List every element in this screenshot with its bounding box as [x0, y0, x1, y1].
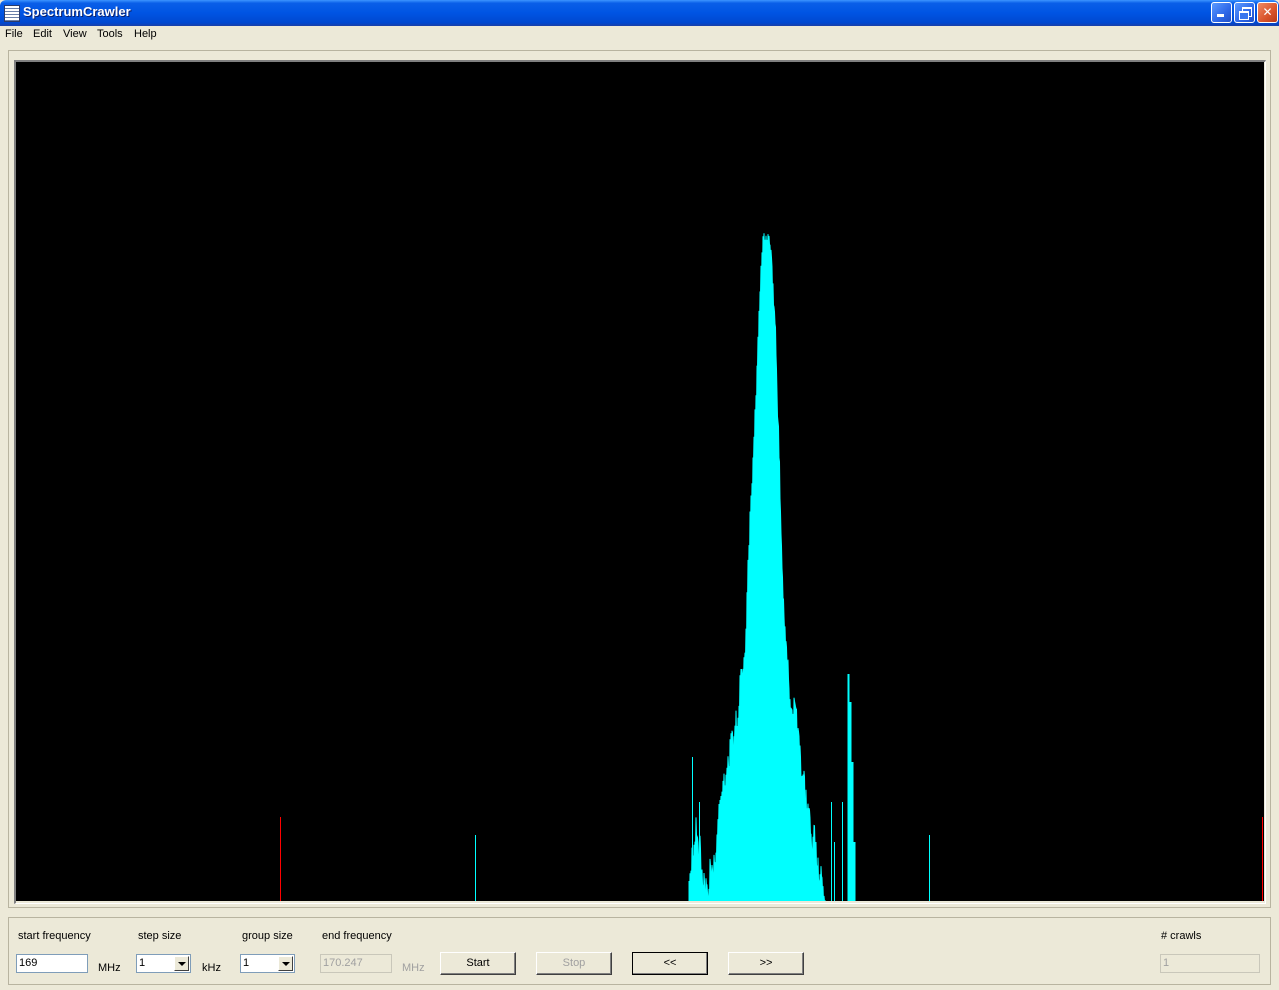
stop-button: Stop	[536, 952, 612, 975]
app-window-icon[interactable]	[4, 5, 20, 22]
menu-tools[interactable]: Tools	[97, 28, 123, 40]
spectrum-display[interactable]	[16, 62, 1264, 901]
step-size-select[interactable]: 1	[136, 954, 191, 973]
restore-button[interactable]	[1234, 2, 1255, 23]
crawls-label: # crawls	[1161, 930, 1202, 942]
chevron-down-icon[interactable]	[278, 956, 293, 971]
step-size-value: 1	[139, 957, 146, 969]
title-bar: SpectrumCrawler ✕	[0, 0, 1279, 26]
start-frequency-input[interactable]: 169	[16, 954, 88, 973]
previous-button[interactable]: <<	[632, 952, 708, 975]
crawls-count-field: 1	[1160, 954, 1260, 973]
chevron-down-icon[interactable]	[174, 956, 189, 971]
close-button[interactable]: ✕	[1257, 2, 1278, 23]
menu-edit[interactable]: Edit	[33, 28, 52, 40]
menu-view[interactable]: View	[63, 28, 87, 40]
group-size-label: group size	[242, 930, 293, 942]
end-frequency-label: end frequency	[322, 930, 392, 942]
spectrum-background	[16, 62, 1264, 901]
group-size-value: 1	[243, 957, 250, 969]
start-frequency-label: start frequency	[18, 930, 91, 942]
menu-bar: File Edit View Tools Help	[0, 26, 1279, 45]
step-size-label: step size	[138, 930, 182, 942]
group-size-select[interactable]: 1	[240, 954, 295, 973]
menu-help[interactable]: Help	[134, 28, 157, 40]
window-title: SpectrumCrawler	[23, 4, 131, 19]
start-frequency-unit: MHz	[98, 962, 121, 974]
start-button[interactable]: Start	[440, 952, 516, 975]
end-frequency-unit: MHz	[402, 962, 425, 974]
menu-file[interactable]: File	[5, 28, 23, 40]
end-frequency-input: 170.247	[320, 954, 392, 973]
minimize-icon	[1217, 14, 1224, 17]
next-button[interactable]: >>	[728, 952, 804, 975]
step-size-unit: kHz	[202, 962, 221, 974]
close-icon: ✕	[1262, 5, 1273, 19]
minimize-button[interactable]	[1211, 2, 1232, 23]
